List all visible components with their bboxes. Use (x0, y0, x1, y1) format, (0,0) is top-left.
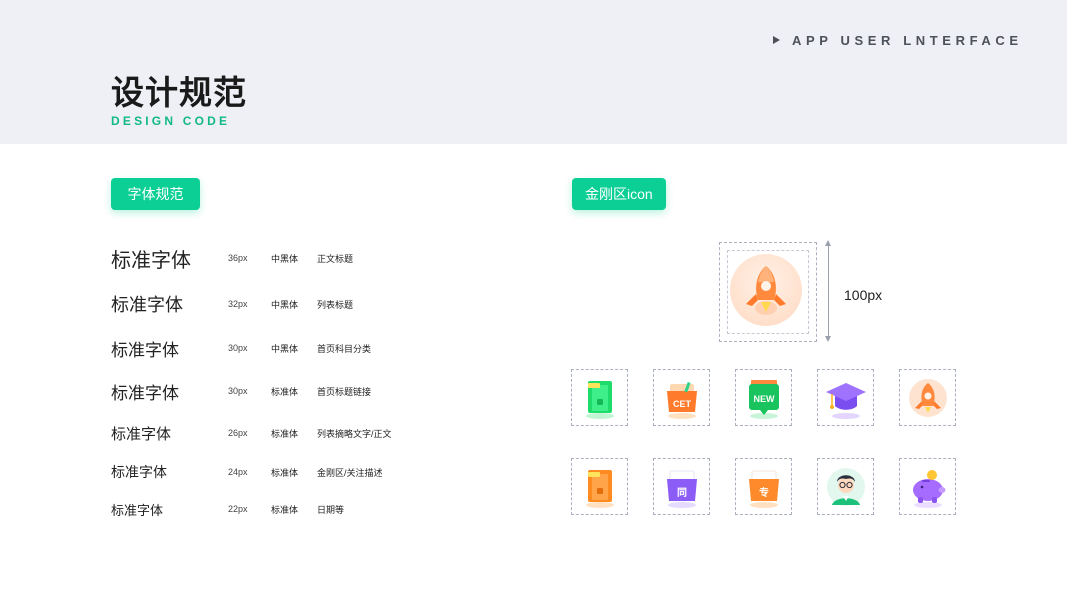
icon-cell: NEW (735, 369, 792, 426)
dimension-arrow-bottom (825, 336, 831, 342)
tong-label: 同 (677, 487, 687, 499)
font-weight-value: 标准体 (271, 467, 299, 478)
icon-cell (571, 369, 628, 426)
font-weight-value: 中黑体 (271, 343, 299, 354)
font-sample: 标准字体 (111, 425, 172, 443)
font-size-value: 26px (228, 428, 248, 438)
font-size-value: 36px (228, 253, 248, 263)
icon-cell: CET (653, 369, 710, 426)
font-usage-value: 日期等 (317, 504, 345, 515)
dimension-label: 100px (844, 287, 883, 303)
piggy-bank-icon (913, 470, 946, 508)
font-spec-row: 标准字体 32px 中黑体 列表标题 (111, 291, 353, 317)
font-size-value: 30px (228, 386, 248, 396)
cet-box-icon: CET (667, 381, 697, 419)
font-spec-row: 标准字体 36px 中黑体 正文标题 (111, 245, 354, 272)
font-size-value: 24px (228, 467, 248, 477)
rocket-icon (746, 266, 786, 315)
font-usage-value: 首页标题链接 (317, 386, 372, 397)
green-door-icon (586, 381, 614, 419)
orange-folder-icon: 专 (749, 470, 779, 508)
font-size-value: 30px (228, 343, 248, 353)
font-weight-value: 中黑体 (271, 299, 299, 310)
icon-cell (899, 369, 956, 426)
page-subtitle: DESIGN CODE (111, 114, 231, 128)
teacher-avatar-icon (827, 468, 865, 506)
dimension-arrow-top (825, 240, 831, 246)
font-usage-value: 首页科目分类 (317, 343, 372, 354)
rocket-icon (909, 379, 947, 417)
font-usage-value: 列表标题 (317, 299, 354, 310)
font-sample: 标准字体 (111, 295, 183, 315)
new-label: NEW (754, 394, 776, 404)
font-weight-value: 标准体 (271, 386, 299, 397)
font-sample: 标准字体 (111, 464, 167, 480)
font-usage-value: 列表摘略文字/正文 (317, 428, 392, 439)
font-weight-value: 标准体 (271, 428, 299, 439)
icon-cell (817, 369, 874, 426)
font-spec-row: 标准字体 24px 标准体 金刚区/关注描述 (111, 459, 383, 485)
zhuan-label: 专 (759, 486, 769, 499)
new-badge-icon: NEW (749, 380, 779, 419)
font-spec-row: 标准字体 30px 标准体 首页标题链接 (111, 378, 371, 404)
purple-folder-icon: 同 (667, 470, 697, 508)
font-weight-value: 中黑体 (271, 253, 299, 264)
font-spec-row: 标准字体 26px 标准体 列表摘略文字/正文 (111, 420, 392, 446)
page-title: 设计规范 (111, 74, 247, 111)
graduation-cap-icon (826, 383, 866, 419)
dimension-line (828, 243, 829, 340)
icon-spec-tag: 金刚区icon (572, 178, 666, 210)
orange-door-icon (586, 470, 614, 508)
font-spec-row: 标准字体 30px 中黑体 首页科目分类 (111, 335, 371, 361)
font-spec-tag: 字体规范 (111, 178, 200, 210)
icon-cell (571, 458, 628, 515)
font-sample: 标准字体 (111, 249, 191, 272)
icon-cell: 专 (735, 458, 792, 515)
font-usage-value: 金刚区/关注描述 (317, 467, 383, 478)
app-interface-text: APP USER LNTERFACE (792, 33, 1023, 48)
font-size-value: 22px (228, 504, 248, 514)
play-triangle-icon (773, 36, 780, 44)
app-interface-caption: APP USER LNTERFACE (773, 33, 1023, 48)
font-sample: 标准字体 (111, 340, 179, 360)
cet-label: CET (673, 399, 692, 409)
font-spec-row: 标准字体 22px 标准体 日期等 (111, 496, 344, 522)
font-size-value: 32px (228, 299, 248, 309)
font-usage-value: 正文标题 (317, 253, 354, 264)
font-sample: 标准字体 (111, 502, 164, 518)
icon-cell (817, 458, 874, 515)
font-weight-value: 标准体 (271, 504, 299, 515)
icon-cell: 同 (653, 458, 710, 515)
font-sample: 标准字体 (111, 383, 179, 403)
icon-cell (899, 458, 956, 515)
